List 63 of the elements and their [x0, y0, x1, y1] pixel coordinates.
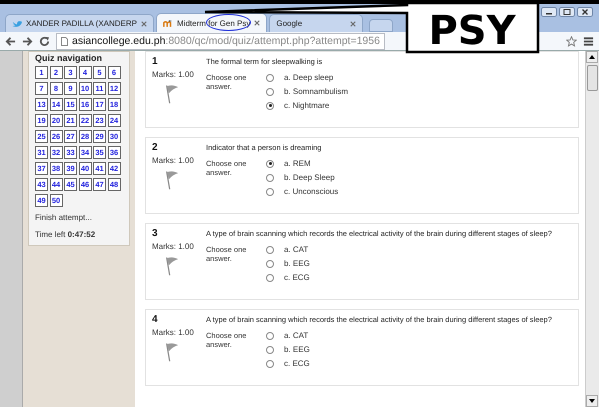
browser-tab[interactable]: Midterm for Gen Psy	[156, 13, 268, 32]
flag-icon	[164, 256, 180, 276]
bird-icon	[12, 19, 22, 28]
option-label[interactable]: b. Somnambulism	[284, 87, 348, 96]
browser-tab[interactable]: XANDER PADILLA (XANDERP	[5, 14, 154, 32]
marks-text: Marks: 1.00	[152, 328, 194, 337]
menu-icon[interactable]	[583, 36, 594, 46]
minimize-icon[interactable]	[541, 7, 557, 17]
marks-text: Marks: 1.00	[152, 70, 194, 79]
option-label[interactable]: c. Nightmare	[284, 101, 330, 110]
close-tab-icon[interactable]	[141, 20, 147, 26]
flag-icon	[164, 84, 180, 104]
marks-text: Marks: 1.00	[152, 242, 194, 251]
radio-button[interactable]	[266, 246, 274, 254]
option-label[interactable]: a. REM	[284, 159, 311, 168]
marks-text: Marks: 1.00	[152, 156, 194, 165]
question-number: 1	[152, 56, 158, 67]
option-label[interactable]: b. EEG	[284, 345, 310, 354]
callout-label: PSY	[428, 8, 516, 54]
option-label[interactable]: c. ECG	[284, 273, 310, 282]
question-number: 3	[152, 228, 158, 239]
address-bar[interactable]: asiancollege.edu.ph:8080/qc/mod/quiz/attempt.php?attempt=1956	[56, 32, 385, 50]
radio-button[interactable]	[266, 346, 274, 354]
question-number: 4	[152, 314, 158, 325]
radio-button[interactable]	[266, 74, 274, 82]
scroll-up-icon[interactable]	[586, 51, 598, 63]
radio-button[interactable]	[266, 260, 274, 268]
radio-button[interactable]	[266, 332, 274, 340]
radio-button[interactable]	[266, 102, 274, 110]
url-text: asiancollege.edu.ph:8080/qc/mod/quiz/attempt.php?attempt=1956	[72, 35, 380, 47]
close-tab-icon[interactable]	[350, 20, 356, 26]
browser-tab[interactable]: Google	[269, 14, 364, 32]
radio-button[interactable]	[266, 174, 274, 182]
close-tab-icon[interactable]	[254, 20, 260, 26]
time-left-text: Time left 0:47:52	[35, 230, 96, 239]
block-title: Quiz navigation	[35, 53, 104, 63]
option-label[interactable]: a. CAT	[284, 331, 308, 340]
reload-icon[interactable]	[39, 36, 50, 46]
radio-button[interactable]	[266, 88, 274, 96]
forward-icon[interactable]	[22, 36, 33, 46]
hat-icon	[163, 18, 173, 28]
scrollbar-thumb[interactable]	[587, 65, 598, 91]
scroll-down-icon[interactable]	[586, 395, 598, 407]
radio-button[interactable]	[266, 360, 274, 368]
scrollbar[interactable]	[585, 51, 599, 407]
finish-attempt-link[interactable]: Finish attempt...	[35, 213, 125, 222]
question-number: 2	[152, 142, 158, 153]
radio-button[interactable]	[266, 188, 274, 196]
bookmark-star-icon[interactable]	[566, 36, 577, 46]
option-label[interactable]: a. Deep sleep	[284, 73, 334, 82]
option-label[interactable]: a. CAT	[284, 245, 308, 254]
option-label[interactable]: b. Deep Sleep	[284, 173, 335, 182]
radio-button[interactable]	[266, 274, 274, 282]
radio-button[interactable]	[266, 160, 274, 168]
maximize-icon[interactable]	[559, 7, 575, 17]
flag-icon	[164, 342, 180, 362]
back-icon[interactable]	[5, 36, 16, 46]
page-icon	[61, 36, 68, 46]
option-label[interactable]: c. ECG	[284, 359, 310, 368]
flag-icon	[164, 170, 180, 190]
option-label[interactable]: b. EEG	[284, 259, 310, 268]
option-label[interactable]: c. Unconscious	[284, 187, 338, 196]
close-icon[interactable]	[577, 7, 593, 17]
